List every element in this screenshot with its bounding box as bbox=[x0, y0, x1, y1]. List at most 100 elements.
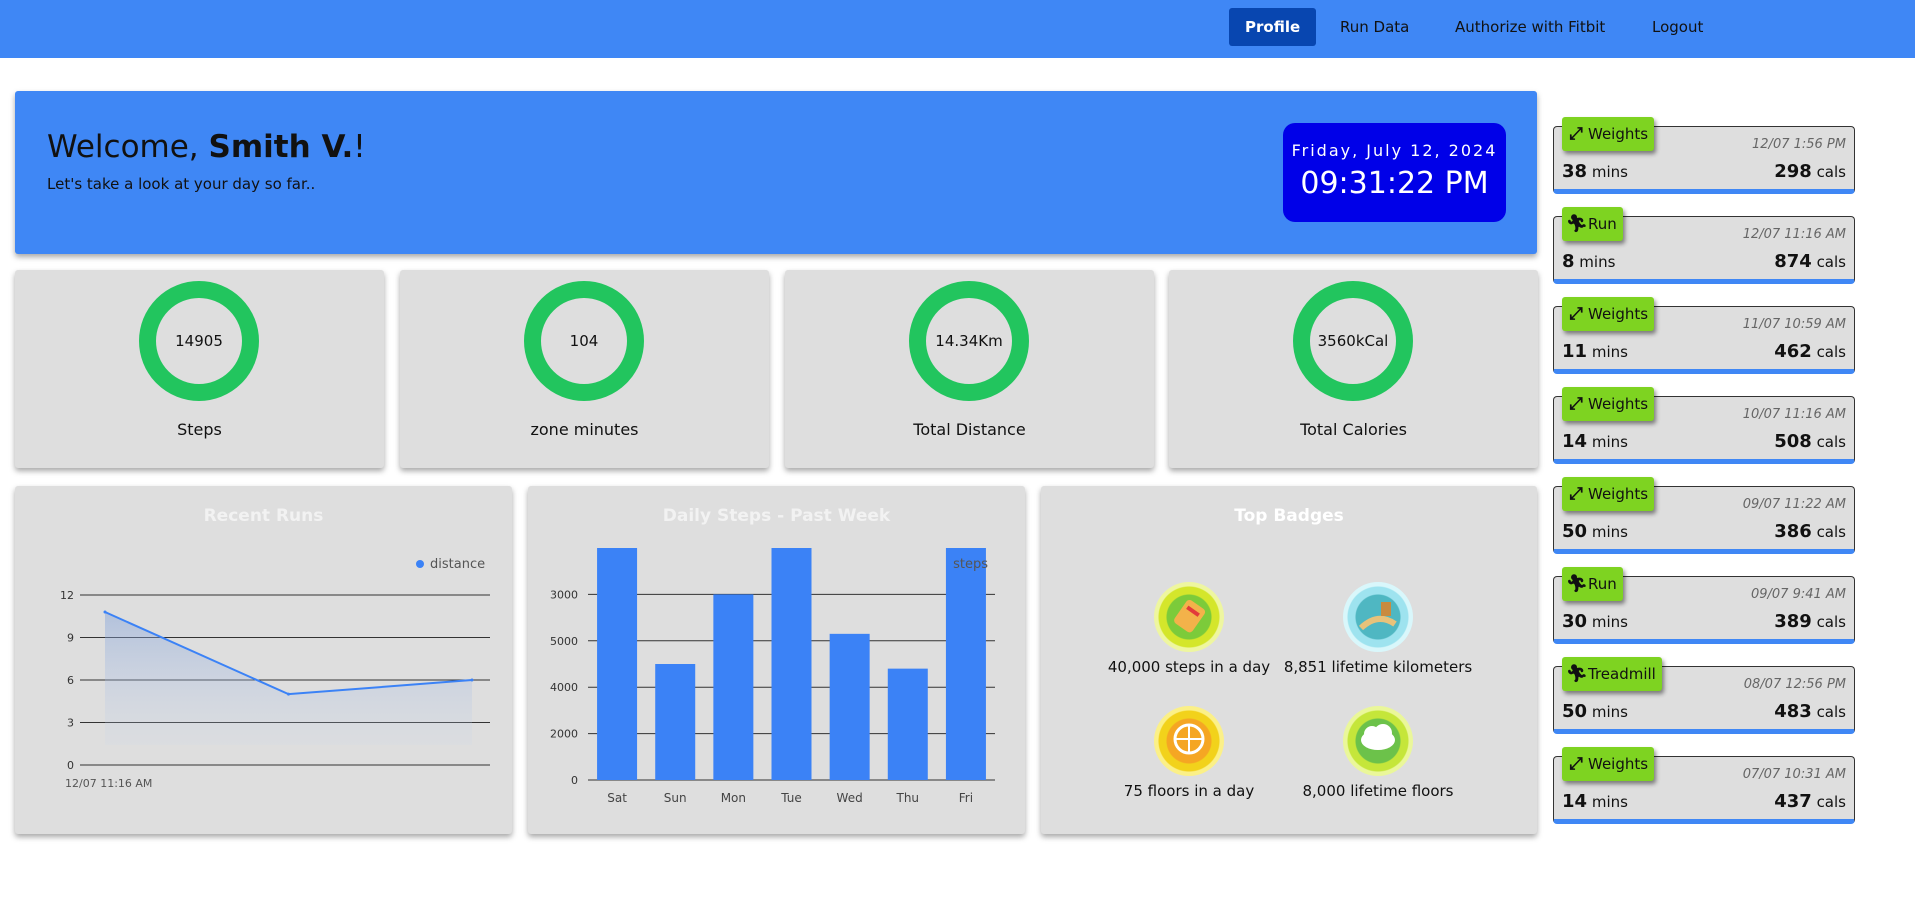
clock-widget: Friday, July 12, 2024 09:31:22 PM bbox=[1283, 123, 1506, 222]
welcome-heading: Welcome, Smith V.! bbox=[47, 129, 366, 165]
x-tick-label: 12/07 11:16 AM bbox=[65, 777, 152, 790]
activity-time: 11/07 10:59 AM bbox=[1742, 317, 1846, 332]
stat-card-distance: 14.34Km Total Distance bbox=[785, 270, 1154, 468]
distance-point bbox=[103, 610, 107, 614]
y-tick-label: 9 bbox=[67, 632, 74, 645]
activity-calories: 483 cals bbox=[1774, 701, 1846, 722]
stat-card-steps: 14905 Steps bbox=[15, 270, 384, 468]
badge-label: 40,000 steps in a day bbox=[1107, 658, 1271, 676]
nav-run-data[interactable]: Run Data bbox=[1324, 8, 1425, 46]
y-tick-label: 3 bbox=[67, 717, 74, 730]
activity-minutes: 30 mins bbox=[1562, 611, 1628, 632]
stat-value: 104 bbox=[569, 332, 599, 350]
activity-card[interactable]: ⤢ Weights 09/07 11:22 AM 50 mins 386 cals bbox=[1553, 477, 1855, 554]
nav-authorize-fitbit[interactable]: Authorize with Fitbit bbox=[1439, 8, 1621, 46]
activity-type-tag: ⤢ Weights bbox=[1562, 117, 1655, 151]
activity-minutes: 14 mins bbox=[1562, 791, 1628, 812]
activity-type-label: Weights bbox=[1588, 485, 1649, 503]
activity-card[interactable]: 🏃︎Run 09/07 9:41 AM 30 mins 389 cals bbox=[1553, 567, 1855, 644]
activity-time: 12/07 11:16 AM bbox=[1742, 227, 1846, 242]
sneaker-icon bbox=[1154, 582, 1224, 652]
activity-type-label: Run bbox=[1588, 575, 1617, 593]
bar-wed bbox=[829, 633, 870, 780]
welcome-greeting: Welcome, bbox=[47, 129, 209, 165]
daily-steps-panel: Daily Steps - Past Week 0 2000 4000 5000 300… bbox=[528, 486, 1025, 834]
activity-calories: 298 cals bbox=[1774, 161, 1846, 182]
y-tick-label: 2000 bbox=[550, 728, 578, 741]
activity-type-tag: 🏃︎Run bbox=[1562, 567, 1623, 601]
ferris-wheel-icon bbox=[1154, 706, 1224, 776]
activity-card[interactable]: 🏃︎Run 12/07 11:16 AM 8 mins 874 cals bbox=[1553, 207, 1855, 284]
run-icon: 🏃︎ bbox=[1566, 664, 1588, 684]
top-badges-panel: Top Badges 40,000 steps in a day 8,851 l… bbox=[1041, 486, 1537, 834]
distance-area bbox=[105, 612, 472, 745]
badge-label: 8,000 lifetime floors bbox=[1302, 782, 1454, 800]
bar-fri bbox=[945, 548, 986, 780]
activity-type-label: Weights bbox=[1588, 305, 1649, 323]
activity-time: 07/07 10:31 AM bbox=[1742, 767, 1846, 782]
badge-item[interactable]: 75 floors in a day bbox=[1094, 706, 1284, 800]
weights-icon: ⤢ bbox=[1569, 754, 1583, 774]
activity-calories: 386 cals bbox=[1774, 521, 1846, 542]
badge-item[interactable]: 8,000 lifetime floors bbox=[1283, 706, 1473, 800]
x-tick-label: Mon bbox=[721, 791, 746, 805]
activity-card[interactable]: ⤢ Weights 07/07 10:31 AM 14 mins 437 cals bbox=[1553, 747, 1855, 824]
activity-minutes: 38 mins bbox=[1562, 161, 1628, 182]
activity-type-label: Weights bbox=[1588, 395, 1649, 413]
great-wall-icon bbox=[1343, 582, 1413, 652]
progress-ring: 14.34Km bbox=[909, 281, 1029, 401]
x-tick-label: Thu bbox=[896, 791, 920, 805]
distance-point bbox=[470, 678, 474, 682]
stat-label: Total Distance bbox=[913, 420, 1026, 439]
x-tick-label: Wed bbox=[837, 791, 863, 805]
activity-calories: 462 cals bbox=[1774, 341, 1846, 362]
activity-card[interactable]: ⤢ Weights 10/07 11:16 AM 14 mins 508 cals bbox=[1553, 387, 1855, 464]
y-tick-label: 12 bbox=[60, 589, 74, 602]
activity-type-tag: ⤢ Weights bbox=[1562, 477, 1655, 511]
x-tick-label: Sun bbox=[664, 791, 687, 805]
clock-time: 09:31:22 PM bbox=[1300, 166, 1489, 201]
weights-icon: ⤢ bbox=[1569, 484, 1583, 504]
legend-marker bbox=[416, 560, 424, 568]
weights-icon: ⤢ bbox=[1569, 124, 1583, 144]
weights-icon: ⤢ bbox=[1569, 304, 1583, 324]
activity-type-tag: 🏃︎Run bbox=[1562, 207, 1623, 241]
activity-minutes: 50 mins bbox=[1562, 521, 1628, 542]
bar-thu bbox=[887, 668, 928, 780]
clock-date: Friday, July 12, 2024 bbox=[1291, 141, 1498, 160]
activity-time: 12/07 1:56 PM bbox=[1752, 137, 1846, 152]
bar-mon bbox=[713, 594, 754, 780]
stat-card-calories: 3560kCal Total Calories bbox=[1169, 270, 1538, 468]
activity-calories: 389 cals bbox=[1774, 611, 1846, 632]
welcome-exclaim: ! bbox=[353, 129, 366, 165]
nav-logout[interactable]: Logout bbox=[1636, 8, 1719, 46]
badge-item[interactable]: 40,000 steps in a day bbox=[1094, 582, 1284, 676]
legend-label: steps bbox=[953, 557, 988, 572]
x-tick-label: Fri bbox=[959, 791, 973, 805]
activity-time: 08/07 12:56 PM bbox=[1743, 677, 1846, 692]
welcome-banner: Welcome, Smith V.! Let's take a look at … bbox=[15, 91, 1537, 254]
run-icon: 🏃︎ bbox=[1566, 574, 1588, 594]
activity-card[interactable]: ⤢ Weights 12/07 1:56 PM 38 mins 298 cals bbox=[1553, 117, 1855, 194]
stat-value: 3560kCal bbox=[1317, 332, 1389, 350]
bar-sun bbox=[655, 664, 696, 780]
cloud-icon bbox=[1343, 706, 1413, 776]
y-tick-label: 6 bbox=[67, 674, 74, 687]
progress-ring: 3560kCal bbox=[1293, 281, 1413, 401]
activity-card[interactable]: ⤢ Weights 11/07 10:59 AM 11 mins 462 cals bbox=[1553, 297, 1855, 374]
activity-type-label: Treadmill bbox=[1588, 665, 1656, 683]
activity-type-tag: 🏃︎Treadmill bbox=[1562, 657, 1662, 691]
recent-runs-chart: 0 3 6 12 9 12/07 11:16 AM distance bbox=[60, 557, 490, 790]
progress-ring: 14905 bbox=[139, 281, 259, 401]
badge-item[interactable]: 8,851 lifetime kilometers bbox=[1283, 582, 1473, 676]
activity-minutes: 14 mins bbox=[1562, 431, 1628, 452]
activity-calories: 437 cals bbox=[1774, 791, 1846, 812]
stat-value: 14.34Km bbox=[935, 332, 1003, 350]
nav-profile[interactable]: Profile bbox=[1229, 8, 1317, 46]
activity-type-tag: ⤢ Weights bbox=[1562, 747, 1655, 781]
legend-label: distance bbox=[430, 557, 485, 572]
activity-card[interactable]: 🏃︎Treadmill 08/07 12:56 PM 50 mins 483 cals bbox=[1553, 657, 1855, 734]
activity-type-tag: ⤢ Weights bbox=[1562, 297, 1655, 331]
bar-tue bbox=[771, 548, 812, 780]
badge-label: 8,851 lifetime kilometers bbox=[1283, 658, 1473, 676]
